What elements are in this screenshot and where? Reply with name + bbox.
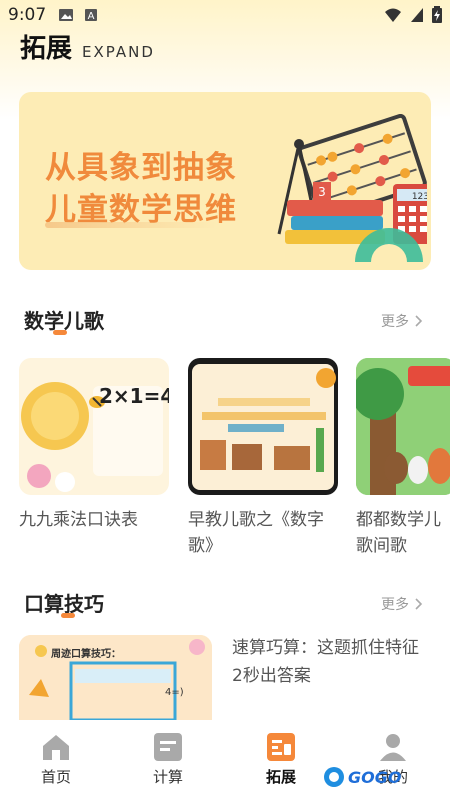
battery-icon (432, 6, 442, 23)
page-header: 拓展 EXPAND (20, 28, 155, 65)
status-time: 9:07 (8, 5, 47, 25)
svg-text:A: A (88, 11, 95, 22)
nav-label: 拓展 (265, 768, 296, 786)
nav-home[interactable]: 首页 (16, 732, 96, 787)
watermark-text: GOGO (348, 767, 402, 787)
section-accent-dot (61, 613, 75, 618)
chevron-right-icon (415, 315, 423, 327)
nav-label: 计算 (152, 768, 183, 786)
lesson-title[interactable]: 速算巧算：这题抓住特征2秒出答案 (232, 634, 422, 690)
section-accent-dot (53, 330, 67, 335)
page-subtitle: EXPAND (82, 43, 155, 61)
forest-animals-thumbnail-art (356, 358, 450, 495)
song-card[interactable]: 早教儿歌之《数字歌》 (188, 358, 348, 559)
nav-calculate[interactable]: 计算 (128, 732, 208, 787)
signal-icon (411, 7, 423, 22)
more-link-mental-math[interactable]: 更多 (381, 594, 423, 614)
svg-text:123: 123 (412, 192, 427, 202)
watermark-logo-icon (324, 767, 344, 787)
banner-headline-1: 从具象到抽象 (45, 150, 237, 186)
banner-underline (45, 222, 217, 228)
song-thumbnail: 2×1=4 (19, 358, 169, 495)
wifi-icon (385, 8, 401, 22)
song-thumbnail (188, 358, 338, 495)
nav-expand[interactable]: 拓展 (241, 732, 321, 787)
thumbnail-equation: 2×1=4 (99, 384, 169, 408)
expand-icon (267, 733, 295, 761)
status-bar: 9:07 A (0, 0, 450, 30)
song-thumbnail (356, 358, 450, 495)
user-icon (380, 734, 406, 761)
thumbnail-equation: 4=) (165, 687, 184, 698)
watermark: GOGO (322, 766, 401, 788)
bottom-navigation: 首页 计算 拓展 我的 (0, 722, 450, 800)
multiplication-thumbnail-art (21, 382, 163, 492)
more-label: 更多 (381, 314, 409, 330)
song-card-title: 都都数学儿歌间歌 (356, 510, 441, 556)
promo-banner[interactable]: 从具象到抽象 儿童数学思维 3 123 (19, 92, 431, 270)
svg-text:3: 3 (318, 185, 326, 199)
page-title: 拓展 (20, 34, 73, 64)
calculate-icon (154, 733, 182, 761)
home-icon (43, 735, 69, 760)
app-notification-icon: A (85, 9, 97, 22)
song-card[interactable]: 2×1=4 九九乘法口诀表 (19, 358, 179, 533)
more-link-math-songs[interactable]: 更多 (381, 311, 423, 331)
thumbnail-caption: 周迹口算技巧： (51, 649, 121, 660)
lesson-thumbnail[interactable]: 周迹口算技巧： 4=) (19, 635, 212, 720)
more-label: 更多 (381, 597, 409, 613)
nav-label: 首页 (40, 768, 71, 786)
gallery-notification-icon (59, 9, 73, 21)
number-song-thumbnail-art (192, 364, 336, 490)
math-tools-illustration: 3 123 (277, 114, 427, 262)
chevron-right-icon (415, 598, 423, 610)
song-card-title: 九九乘法口诀表 (19, 510, 138, 530)
song-card-title: 早教儿歌之《数字歌》 (188, 510, 324, 556)
song-card[interactable]: 都都数学儿歌间歌 (356, 358, 450, 559)
